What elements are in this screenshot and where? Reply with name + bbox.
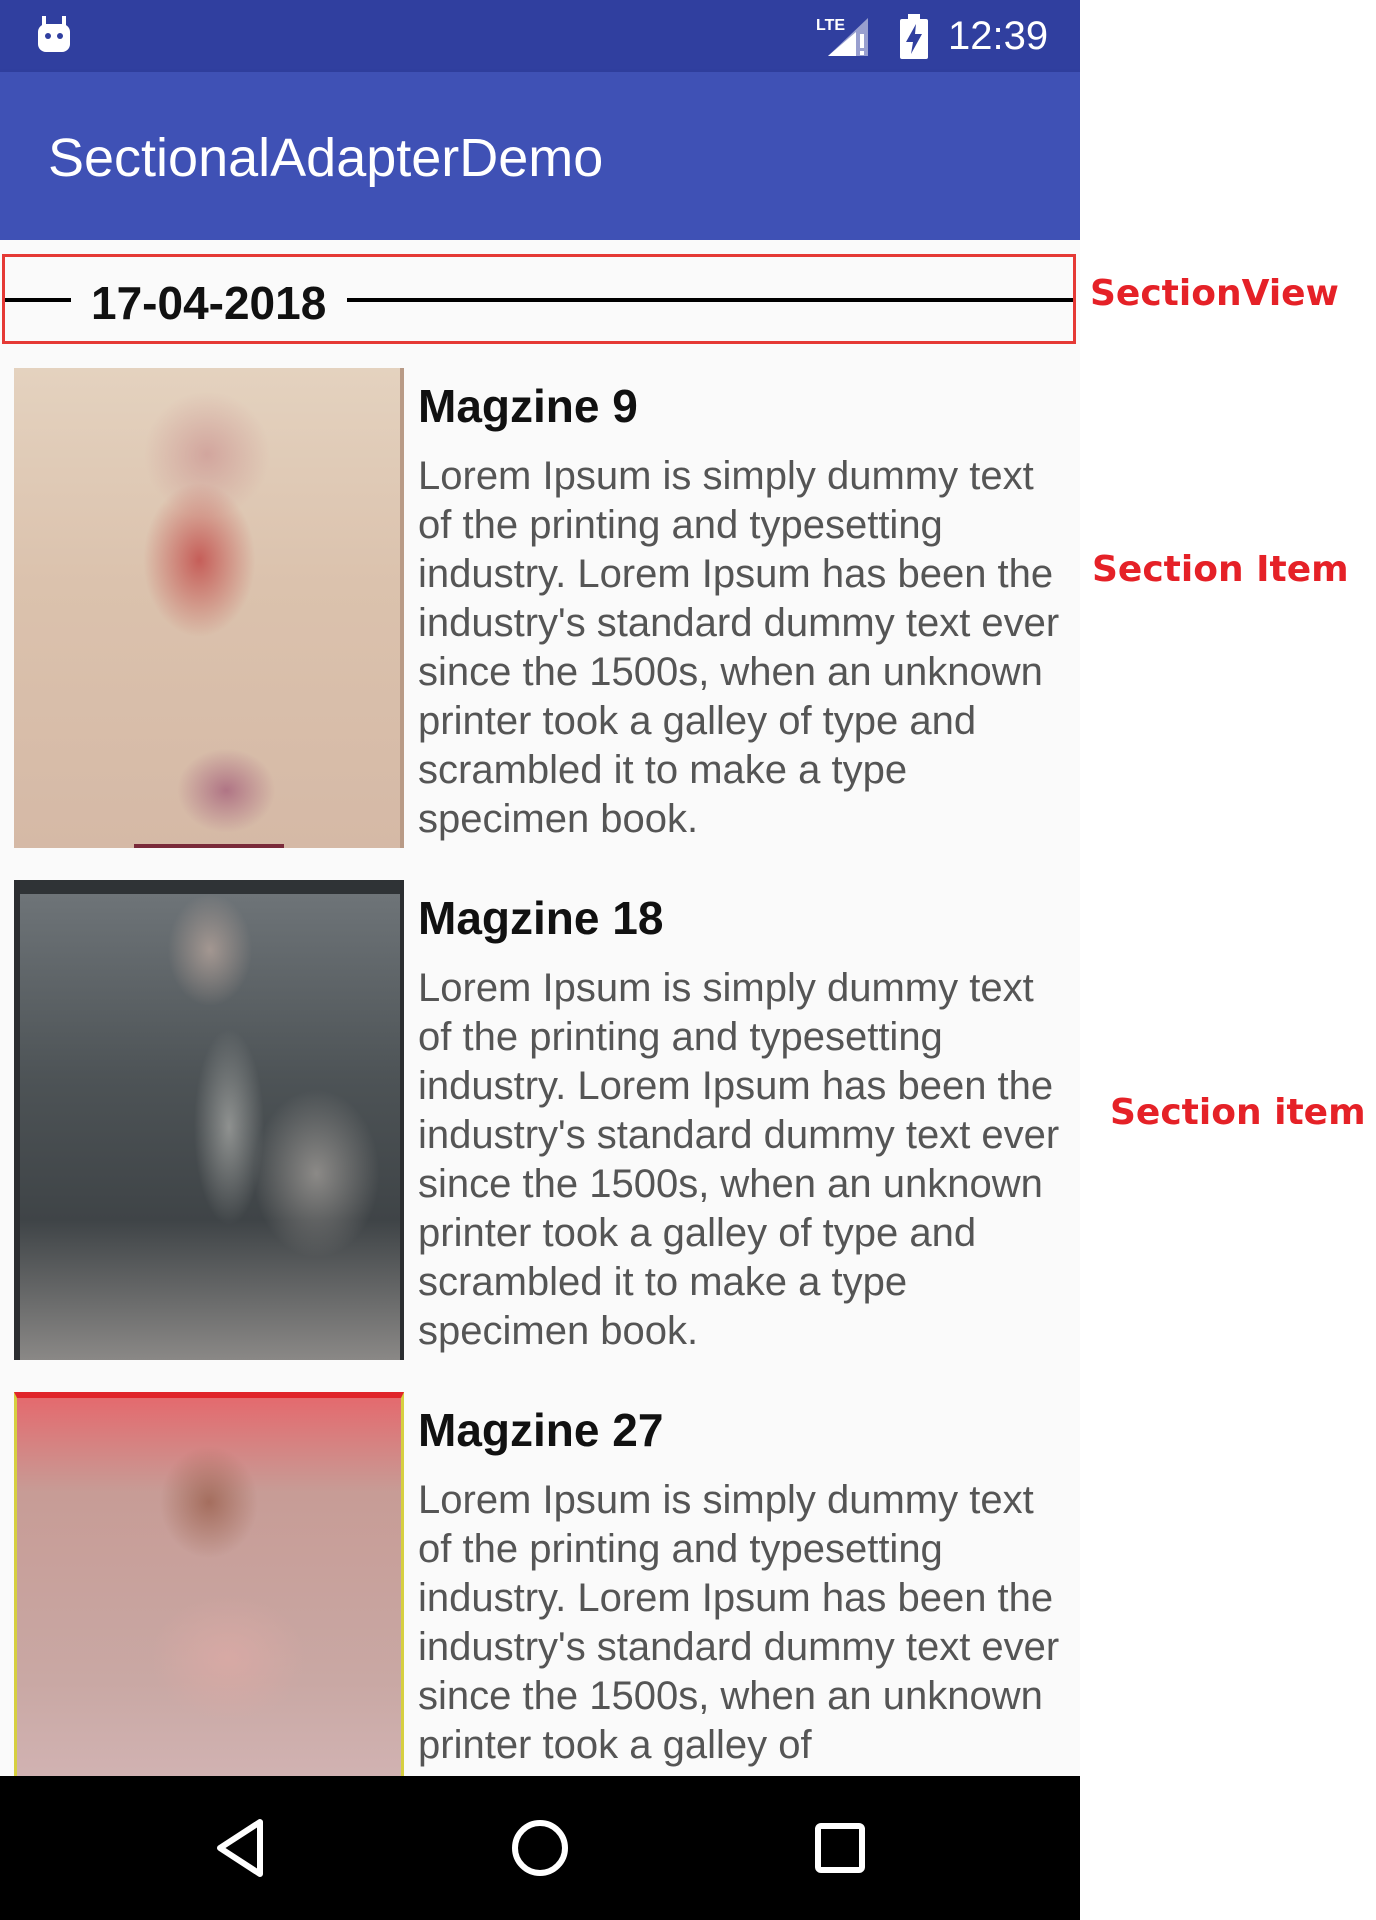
signal-lte-icon: LTE <box>816 17 868 56</box>
section-date: 17-04-2018 <box>91 277 327 329</box>
magazine-cover-image <box>14 368 404 848</box>
list-item[interactable]: Magzine 18 Lorem Ipsum is simply dummy t… <box>0 880 1080 1380</box>
back-icon[interactable] <box>206 1812 278 1884</box>
app-title: SectionalAdapterDemo <box>48 128 604 188</box>
recents-icon[interactable] <box>804 1812 876 1884</box>
section-divider-right <box>347 298 1073 302</box>
android-debug-icon <box>38 16 70 52</box>
annotation-section-item-2: Section item <box>1110 1092 1366 1133</box>
item-description: Lorem Ipsum is simply dummy text of the … <box>418 454 1060 841</box>
section-divider-left <box>5 298 71 302</box>
navigation-bar <box>0 1776 1080 1920</box>
item-title: Magzine 9 <box>418 380 638 432</box>
annotation-section-item: Section Item <box>1092 549 1349 590</box>
item-description: Lorem Ipsum is simply dummy text of the … <box>418 966 1060 1353</box>
list-item[interactable]: Magzine 9 Lorem Ipsum is simply dummy te… <box>0 368 1080 868</box>
item-description: Lorem Ipsum is simply dummy text of the … <box>418 1478 1060 1767</box>
app-bar: SectionalAdapterDemo <box>0 72 1080 240</box>
item-title: Magzine 27 <box>418 1404 664 1456</box>
section-list[interactable]: 17-04-2018 Magzine 9 Lorem Ipsum is simp… <box>0 240 1080 1872</box>
status-bar: LTE 12:39 <box>0 0 1080 72</box>
battery-charging-icon <box>900 14 928 59</box>
item-title: Magzine 18 <box>418 892 664 944</box>
status-time: 12:39 <box>948 14 1049 58</box>
network-label: LTE <box>816 17 845 34</box>
home-icon[interactable] <box>504 1812 576 1884</box>
magazine-cover-image <box>14 880 404 1360</box>
annotation-section-view: SectionView <box>1090 273 1339 314</box>
phone-screen: LTE 12:39 SectionalAdapterDemo 17-04-201… <box>0 0 1080 1920</box>
section-header: 17-04-2018 <box>2 254 1076 344</box>
